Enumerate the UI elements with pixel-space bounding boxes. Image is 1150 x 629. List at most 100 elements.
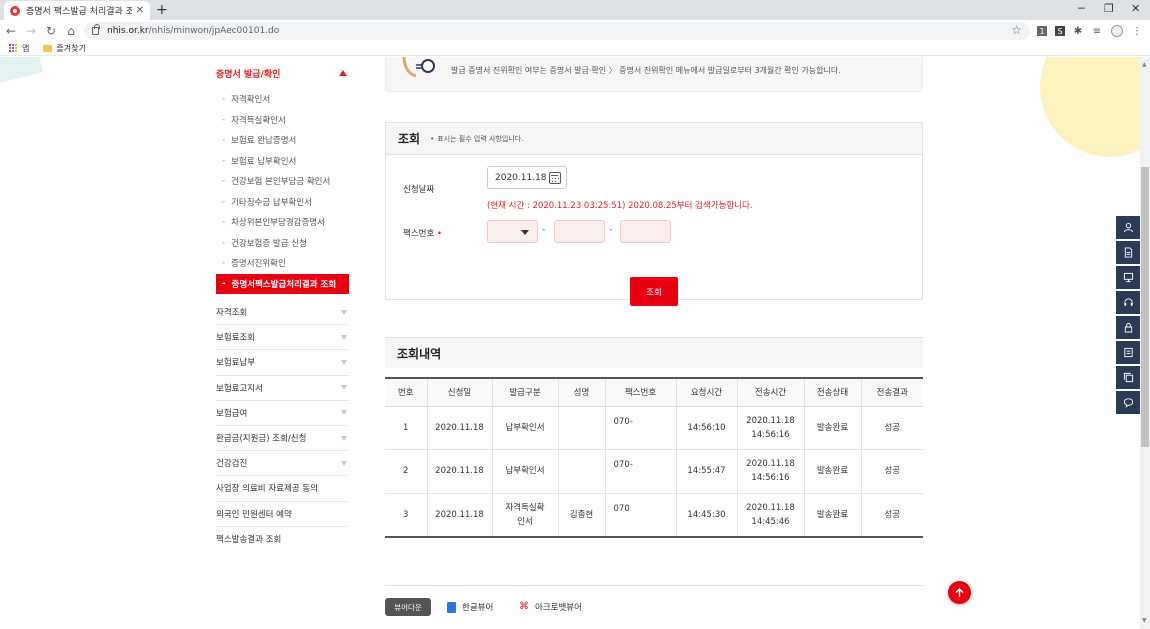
quick-monitor-button[interactable] [1116,266,1140,289]
extension-s-icon[interactable]: S [1055,26,1065,36]
sidebar-menu: 자격조회 보험료조회 보험료납부 보험료고지서 보험급여 환급금(지원금) 조회… [216,300,349,552]
fax-middle-input[interactable] [554,220,605,243]
forward-icon[interactable]: → [22,24,40,38]
list-icon [1123,347,1133,358]
scrollbar-thumb[interactable] [1141,167,1149,447]
fax-last-input[interactable] [620,220,671,243]
sidebar-item-premium-inquiry[interactable]: 보험료조회 [216,325,349,351]
reading-list-icon[interactable]: ≡ [1092,26,1102,37]
sidebar-item-label: 보험료납부 [216,358,256,369]
calendar-icon[interactable] [549,172,561,184]
quick-user-button[interactable] [1116,216,1140,239]
sidebar-subitem[interactable]: - 건강보험 본인부담금 확인서 [216,171,349,192]
cell-fax: 070 [604,493,676,537]
viewer-download-label: 뷰어다운 [385,598,431,616]
decorative-shape [0,57,44,89]
sidebar-subitem[interactable]: - 보험료 완납증명서 [216,130,349,151]
bookmark-apps[interactable]: 앱 [22,43,29,54]
sidebar-section-title: 증명서 발급/확인 [216,69,281,80]
reload-icon[interactable]: ↻ [42,24,60,38]
dash-icon: - [222,135,226,146]
bookmark-star-icon[interactable]: ☆ [1011,23,1022,37]
dash-icon: - [222,217,226,228]
sidebar-item-label: 사업장 의료비 자료제공 동의 [216,484,318,495]
date-value: 2020.11.18 [495,172,547,183]
sidebar-item-label: 보험료고지서 [216,383,263,394]
site-favicon-icon [10,5,20,16]
sidebar-section-header[interactable]: 증명서 발급/확인 [216,57,349,89]
sidebar-item-refund[interactable]: 환급금(지원금) 조회/신청 [216,426,349,452]
sidebar-item-premium-notice[interactable]: 보험료고지서 [216,376,349,401]
sidebar-subitem-active[interactable]: - 증명서팩스발급처리결과 조회 [216,273,349,294]
sidebar-subitem[interactable]: - 기타징수금 납부확인서 [216,192,349,213]
sidebar-subitem[interactable]: - 차상위본인부담경감증명서 [216,212,349,233]
dash-icon: - [222,176,226,187]
send-date: 2020.11.18 [746,415,795,426]
sidebar: 증명서 발급/확인 - 자격확인서 - 자격득실확인서 - 보험료 완납증명서 - 보험… [216,57,349,552]
date-label: 신청날짜 [403,185,435,195]
chevron-down-icon [341,334,347,340]
current-time-note: (현재 시간 : 2020.11.23 03:25:51) 2020.08.25… [487,201,753,211]
quick-copy-button[interactable] [1116,366,1140,389]
window-close-icon[interactable]: ✕ [1131,2,1140,15]
back-icon[interactable]: ← [2,24,20,38]
sidebar-subitem-label: 증명서진위확인 [231,259,286,270]
bookmark-favorites[interactable]: 즐겨찾기 [56,43,85,54]
date-input[interactable]: 2020.11.18 [487,166,567,189]
extensions-puzzle-icon[interactable]: ✱ [1073,26,1083,37]
cell-result: 성공 [860,406,923,450]
cell-status: 발송완료 [803,449,861,494]
quick-support-button[interactable] [1116,291,1140,314]
address-bar[interactable]: nhis.or.kr /nhis/minwon/jpAec00101.do ☆ [84,22,1030,40]
cell-request-time: 14:56:10 [675,406,737,450]
cell-no: 1 [385,406,427,450]
search-button[interactable]: 조회 [630,277,678,306]
home-icon[interactable]: ⌂ [62,24,80,38]
cell-fax: 070- [604,449,676,494]
sidebar-subitem-label: 차상위본인부담경감증명서 [231,218,325,229]
sidebar-item-checkup[interactable]: 건강검진 [216,451,349,477]
sidebar-subitem[interactable]: - 증명서진위확인 [216,253,349,274]
cell-status: 발송완료 [803,406,861,450]
extension-1-icon[interactable]: 1 [1037,26,1047,36]
browser-tab[interactable]: 증명서 팩스발급 처리결과 조회 ✕ [4,1,150,20]
cell-date: 2020.11.18 [426,493,492,537]
cell-status: 발송완료 [803,493,861,537]
sidebar-item-benefits[interactable]: 보험급여 [216,401,349,426]
quick-chat-button[interactable] [1116,391,1140,414]
required-note: • 표시는 필수 입력 사항입니다. [430,134,523,144]
quick-lock-button[interactable] [1116,316,1140,339]
sidebar-item-medical-consent[interactable]: 사업장 의료비 자료제공 동의 [216,476,349,502]
quick-document-button[interactable] [1116,241,1140,264]
hwp-viewer-link[interactable]: 한글뷰어 [447,601,493,613]
sidebar-subitem[interactable]: - 보험료 납부확인서 [216,151,349,172]
lock-icon [92,24,100,35]
scroll-top-button[interactable] [948,581,971,604]
sidebar-item-label: 환급금(지원금) 조회/신청 [216,434,307,445]
fax-prefix-select[interactable] [487,220,538,243]
new-tab-icon[interactable]: + [156,2,168,18]
sidebar-item-fax-result[interactable]: 팩스발송결과 조회 [216,527,349,552]
minimize-icon[interactable]: ─ [1078,2,1085,15]
cell-send-time: 2020.11.18 14:45:46 [736,493,804,537]
apps-grid-icon[interactable] [9,44,18,53]
close-tab-icon[interactable]: ✕ [136,5,144,16]
sidebar-subitem[interactable]: - 건강보험증 발급 신청 [216,233,349,254]
quick-menu [1116,216,1140,416]
sidebar-item-premium-payment[interactable]: 보험료납부 [216,350,349,376]
page-scrollbar[interactable]: ▲ ▼ [1140,57,1150,629]
maximize-icon[interactable]: ❐ [1104,2,1114,15]
sidebar-subitem[interactable]: - 자격득실확인서 [216,110,349,131]
quick-list-button[interactable] [1116,341,1140,364]
pdf-viewer-link[interactable]: ⌘ 아크로뱃뷰어 [519,601,582,614]
profile-avatar[interactable] [1111,25,1123,37]
sidebar-item-qualification[interactable]: 자격조회 [216,300,349,326]
cell-name [557,449,605,494]
chevron-down-icon [341,435,347,441]
scroll-down-icon[interactable]: ▼ [1142,617,1147,624]
sidebar-item-label: 외국인 민원센터 예약 [216,509,292,520]
sidebar-subitem[interactable]: - 자격확인서 [216,89,349,110]
scroll-up-icon[interactable]: ▲ [1142,61,1147,68]
sidebar-item-foreigner-center[interactable]: 외국인 민원센터 예약 [216,502,349,527]
browser-menu-icon[interactable]: ⋮ [1132,26,1142,37]
